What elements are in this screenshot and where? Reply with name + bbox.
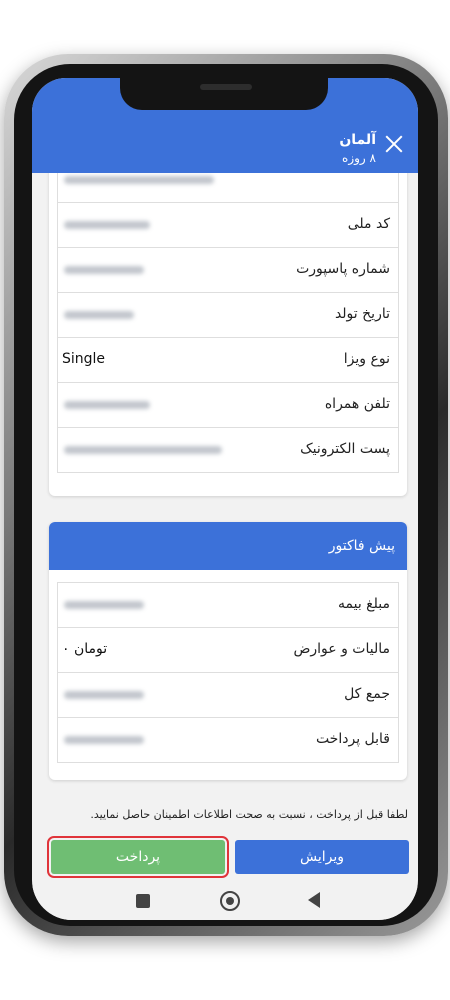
nav-home-icon[interactable]: [220, 891, 240, 911]
info-row-visa-type: نوع ویزا Single: [57, 338, 399, 383]
mobile-label: تلفن همراه: [324, 396, 390, 412]
name-value: [64, 176, 214, 184]
country-title: آلمان: [339, 132, 376, 148]
national-id-value: [64, 221, 150, 229]
phone-notch: [120, 78, 328, 110]
info-row-national-id: کد ملی: [57, 203, 399, 248]
pay-button[interactable]: پرداخت: [47, 836, 229, 878]
nav-back-icon[interactable]: [308, 892, 320, 908]
edit-button[interactable]: ویرایش: [235, 840, 409, 874]
payable-value: [64, 736, 144, 744]
insurance-amount-label: مبلغ بیمه: [338, 596, 390, 612]
payable-label: قابل پرداخت: [315, 731, 390, 747]
passport-label: شماره پاسپورت: [296, 261, 390, 277]
visa-type-label: نوع ویزا: [343, 351, 390, 367]
payment-notice: لطفا قبل از پرداخت ، نسبت به صحت اطلاعات…: [90, 808, 408, 821]
email-value: [64, 446, 222, 454]
total-value: [64, 691, 144, 699]
invoice-row-insurance: مبلغ بیمه: [57, 583, 399, 628]
app-screen: کد ملی شماره پاسپورت تاریخ تولد نوع ویزا…: [32, 78, 418, 920]
invoice-title: پیش فاکتور: [328, 538, 395, 554]
invoice-card: پیش فاکتور مبلغ بیمه مالیات و عوارض ۰ تو…: [49, 522, 407, 780]
mobile-value: [64, 401, 150, 409]
invoice-header: پیش فاکتور: [49, 522, 407, 570]
total-label: جمع کل: [344, 686, 390, 702]
visa-type-value: Single: [62, 351, 106, 367]
info-row-email: پست الکترونیک: [57, 428, 399, 473]
passport-value: [64, 266, 144, 274]
info-row-mobile: تلفن همراه: [57, 383, 399, 428]
tax-label: مالیات و عوارض: [293, 641, 390, 657]
close-icon[interactable]: [384, 134, 404, 154]
phone-speaker: [200, 84, 252, 90]
trip-duration: ۸ روزه: [342, 151, 376, 165]
invoice-rows: مبلغ بیمه مالیات و عوارض ۰ تومان جمع کل …: [57, 582, 399, 763]
passenger-info-card: کد ملی شماره پاسپورت تاریخ تولد نوع ویزا…: [49, 158, 407, 496]
nav-recent-icon[interactable]: [136, 894, 150, 908]
info-row-passport: شماره پاسپورت: [57, 248, 399, 293]
invoice-row-tax: مالیات و عوارض ۰ تومان: [57, 628, 399, 673]
system-nav-bar: [32, 886, 418, 920]
info-row-birthdate: تاریخ تولد: [57, 293, 399, 338]
tax-value: ۰ تومان: [62, 641, 108, 657]
birthdate-value: [64, 311, 134, 319]
passenger-info-rows: کد ملی شماره پاسپورت تاریخ تولد نوع ویزا…: [57, 158, 399, 473]
email-label: پست الکترونیک: [300, 441, 390, 457]
insurance-amount-value: [64, 601, 144, 609]
invoice-row-total: جمع کل: [57, 673, 399, 718]
birthdate-label: تاریخ تولد: [334, 306, 390, 322]
invoice-row-payable: قابل پرداخت: [57, 718, 399, 763]
national-id-label: کد ملی: [347, 216, 390, 232]
